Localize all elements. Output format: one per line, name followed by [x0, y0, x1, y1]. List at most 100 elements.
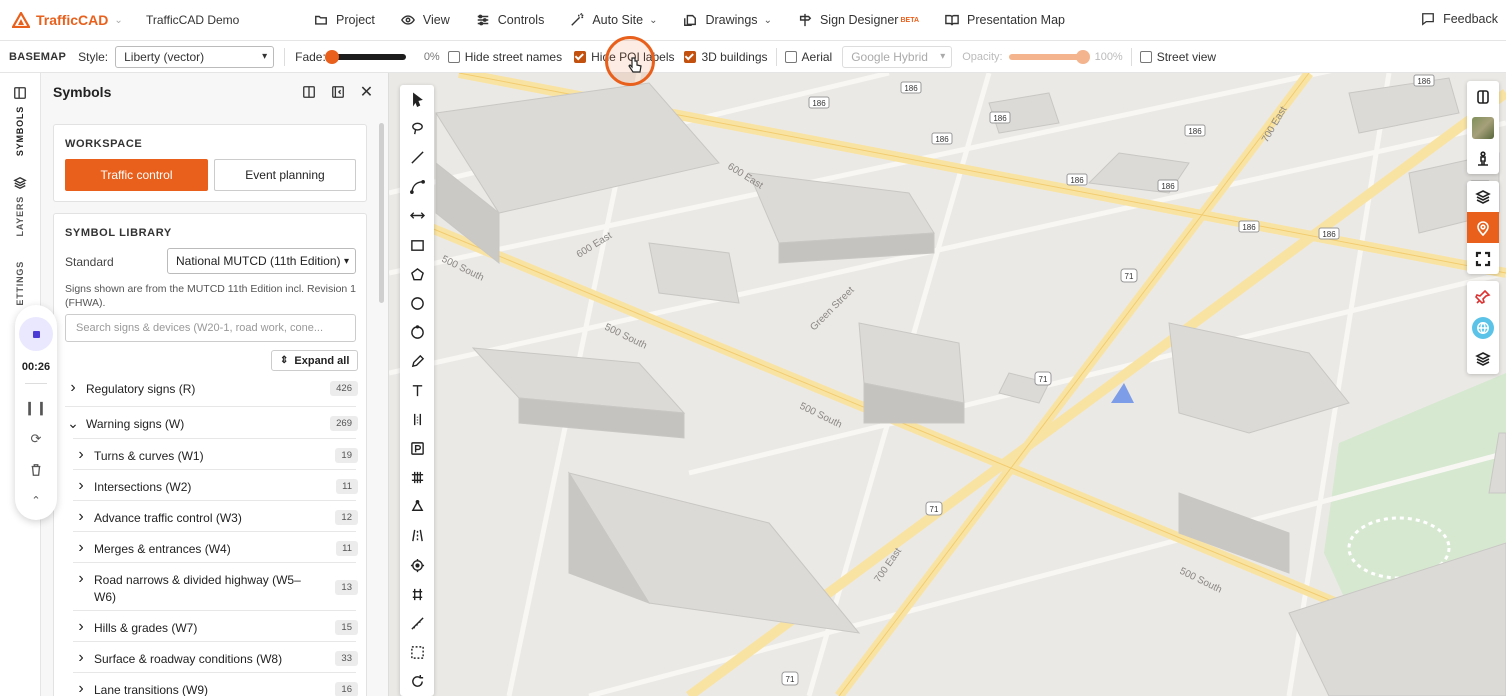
layers-icon[interactable] [1467, 181, 1499, 212]
street-label: Green Street [808, 285, 856, 333]
folder-icon [315, 15, 327, 25]
rectangle-icon[interactable] [400, 230, 434, 259]
checkbox-box[interactable] [784, 50, 797, 63]
hide-street-names-checkbox[interactable]: Hide street names [447, 50, 562, 64]
street-view-label: Street view [1156, 49, 1217, 64]
aerial-source-select[interactable]: Google Hybrid ▾ [842, 45, 953, 68]
select-arrow-icon[interactable] [400, 85, 434, 114]
route-shield: 186 [1070, 176, 1084, 185]
select-area-icon[interactable] [400, 638, 434, 667]
library-category[interactable]: › Road narrows & divided highway (W5–W6) 1… [54, 571, 368, 606]
nav-view[interactable]: View [400, 13, 450, 27]
nav-auto-site[interactable]: Auto Site ⌄ [570, 13, 657, 27]
nav-presentation-map[interactable]: Presentation Map [945, 13, 1065, 27]
polygon-icon[interactable] [400, 260, 434, 289]
ellipse-icon[interactable] [400, 318, 434, 347]
street-label: 500 South [798, 401, 844, 431]
location-pin-icon[interactable] [1467, 212, 1499, 243]
split-panel-icon[interactable] [301, 84, 316, 99]
close-icon[interactable]: ✕ [359, 84, 374, 101]
lasso-icon[interactable] [400, 114, 434, 143]
panel-scrollbar[interactable] [379, 123, 384, 303]
standard-select[interactable]: National MUTCD (11th Edition) ▾ [167, 248, 356, 274]
traffic-control-button[interactable]: Traffic control [65, 159, 208, 191]
brand-menu[interactable]: TrafficCAD ⌄ [12, 12, 134, 28]
rail-tab-layers-label: LAYERS [15, 196, 25, 237]
street-view-pegman-icon[interactable] [1467, 143, 1499, 174]
checkbox-box-checked[interactable] [684, 50, 697, 63]
rail-tab-symbols[interactable]: SYMBOLS [8, 86, 32, 156]
fade-slider[interactable] [324, 49, 406, 64]
curve-icon[interactable] [400, 172, 434, 201]
text-icon[interactable] [400, 376, 434, 405]
layer-stack-icon[interactable] [1467, 343, 1499, 374]
library-category[interactable]: › Hills & grades (W7) 15 [54, 619, 368, 637]
rotate-icon[interactable] [400, 667, 434, 696]
dimension-icon[interactable] [400, 201, 434, 230]
symbol-search-input[interactable]: Search signs & devices (W20-1, road work… [65, 314, 356, 342]
pencil-icon[interactable] [400, 347, 434, 376]
library-category[interactable]: › Advance traffic control (W3) 12 [54, 509, 368, 527]
sign-icon[interactable] [400, 405, 434, 434]
layers-icon [13, 177, 27, 189]
library-category[interactable]: ⌄ Warning signs (W) 269 [54, 416, 368, 433]
library-category[interactable]: › Intersections (W2) 11 [54, 477, 368, 496]
3d-buildings-label: 3D buildings [701, 49, 768, 64]
nav-drawings[interactable]: Drawings ⌄ [683, 13, 772, 27]
nav-controls[interactable]: Controls [476, 13, 544, 27]
stop-recording-button[interactable] [19, 317, 53, 351]
fade-slider-knob[interactable] [324, 49, 339, 64]
aerial-checkbox[interactable]: Aerial [784, 50, 832, 64]
style-select[interactable]: Liberty (vector) ▾ [115, 45, 275, 68]
rail-tab-settings[interactable]: SETTINGS [8, 255, 32, 305]
nav-project[interactable]: Project [314, 13, 375, 27]
category-label: Regulatory signs (R) [86, 382, 196, 396]
route-shield: 186 [1322, 230, 1336, 239]
category-count-badge: 11 [336, 541, 358, 556]
checkbox-box-checked[interactable] [574, 50, 587, 63]
feedback-button[interactable]: Feedback [1421, 12, 1498, 26]
checkbox-box[interactable] [447, 50, 460, 63]
fullscreen-icon[interactable] [1467, 243, 1499, 274]
circle-icon[interactable] [400, 289, 434, 318]
globe-icon[interactable] [1467, 312, 1499, 343]
crosswalk-icon[interactable] [400, 463, 434, 492]
street-view-checkbox[interactable]: Street view [1139, 49, 1217, 64]
library-category[interactable]: › Merges & entrances (W4) 11 [54, 540, 368, 558]
library-category[interactable]: › Lane transitions (W9) 16 [54, 681, 368, 696]
rail-icon[interactable] [400, 580, 434, 609]
category-label: Lane transitions (W9) [94, 683, 209, 696]
line-icon[interactable] [400, 143, 434, 172]
category-label: Road narrows & divided highway (W5–W6) [94, 573, 301, 604]
chevron-right-icon: › [78, 477, 84, 494]
3d-buildings-checkbox[interactable]: 3D buildings [684, 49, 768, 64]
nav-drawings-label: Drawings [705, 13, 758, 27]
nav-sign-designer[interactable]: Sign Designer BETA [798, 13, 919, 27]
collapse-panel-icon[interactable] [330, 84, 345, 99]
target-icon[interactable] [400, 551, 434, 580]
event-planning-button[interactable]: Event planning [214, 159, 356, 191]
aerial-thumbnail-icon[interactable] [1467, 112, 1499, 143]
vertex-icon[interactable] [400, 492, 434, 521]
checkbox-box[interactable] [1139, 50, 1152, 63]
library-category[interactable]: › Surface & roadway conditions (W8) 33 [54, 650, 368, 668]
pause-icon[interactable]: ❙❙ [24, 392, 48, 423]
opacity-slider[interactable] [1008, 49, 1090, 64]
map-canvas[interactable]: 500 South 500 South 500 South 500 South … [389, 73, 1506, 696]
pin-icon[interactable] [1467, 281, 1499, 312]
trash-icon[interactable] [29, 454, 43, 485]
project-name[interactable]: TrafficCAD Demo [146, 13, 316, 27]
library-category[interactable]: › Turns & curves (W1) 19 [54, 447, 368, 465]
rail-tab-layers[interactable]: LAYERS [8, 176, 32, 236]
library-category[interactable]: › Regulatory signs (R) 426 [54, 380, 368, 398]
standard-label: Standard [65, 255, 114, 269]
expand-all-button[interactable]: ⇕ Expand all [271, 350, 359, 371]
split-view-icon[interactable] [1467, 81, 1499, 112]
measure-icon[interactable] [400, 609, 434, 638]
category-count-badge: 19 [335, 448, 358, 463]
parking-icon[interactable] [400, 434, 434, 463]
chevron-up-icon[interactable]: ⌃ [31, 485, 40, 516]
road-icon[interactable] [400, 521, 434, 550]
restart-icon[interactable]: ⟳ [31, 423, 42, 454]
opacity-slider-knob[interactable] [1075, 49, 1090, 64]
